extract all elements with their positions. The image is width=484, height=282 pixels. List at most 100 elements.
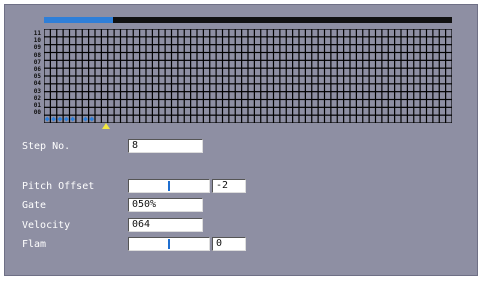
grid-cell[interactable] xyxy=(121,92,127,99)
grid-cell[interactable] xyxy=(76,84,82,92)
grid-cell[interactable] xyxy=(420,100,426,107)
grid-cell[interactable] xyxy=(152,76,159,84)
grid-cell[interactable] xyxy=(363,115,369,123)
grid-cell[interactable] xyxy=(127,45,133,52)
grid-cell[interactable] xyxy=(254,45,261,52)
grid-cell[interactable] xyxy=(121,84,127,92)
grid-cell[interactable] xyxy=(114,68,120,76)
grid-cell[interactable] xyxy=(44,37,50,45)
grid-cell[interactable] xyxy=(363,92,369,99)
grid-cell[interactable] xyxy=(101,60,108,68)
grid-cell[interactable] xyxy=(439,92,446,99)
grid-cell[interactable] xyxy=(248,76,254,84)
grid-cell[interactable] xyxy=(223,29,229,37)
grid-cell[interactable] xyxy=(446,53,452,60)
grid-cell[interactable] xyxy=(235,45,242,52)
grid-cell[interactable] xyxy=(108,45,114,52)
grid-cell[interactable] xyxy=(395,60,401,68)
grid-cell[interactable] xyxy=(235,68,242,76)
grid-cell[interactable] xyxy=(274,37,280,45)
grid-cell[interactable] xyxy=(439,76,446,84)
grid-cell[interactable] xyxy=(197,53,203,60)
grid-cell[interactable] xyxy=(63,29,69,37)
grid-cell[interactable] xyxy=(388,76,395,84)
grid-cell[interactable] xyxy=(427,37,433,45)
grid-cell[interactable] xyxy=(261,115,267,123)
grid-cell[interactable] xyxy=(101,76,108,84)
grid-cell[interactable] xyxy=(280,107,286,115)
grid-cell[interactable] xyxy=(229,60,235,68)
grid-cell[interactable] xyxy=(331,53,337,60)
grid-cell[interactable] xyxy=(293,115,299,123)
grid-cell[interactable] xyxy=(121,68,127,76)
grid-cell[interactable] xyxy=(101,37,108,45)
grid-cell[interactable] xyxy=(344,60,350,68)
grid-cell[interactable] xyxy=(369,115,375,123)
grid-cell[interactable] xyxy=(235,76,242,84)
grid-cell[interactable] xyxy=(178,60,184,68)
grid-cell[interactable] xyxy=(235,84,242,92)
grid-cell[interactable] xyxy=(242,115,248,123)
grid-cell[interactable] xyxy=(242,68,248,76)
grid-cell[interactable] xyxy=(108,107,114,115)
grid-cell[interactable] xyxy=(433,29,439,37)
grid-cell[interactable] xyxy=(191,100,197,107)
grid-cell[interactable] xyxy=(127,100,133,107)
grid-cell[interactable] xyxy=(395,115,401,123)
grid-cell[interactable] xyxy=(267,29,273,37)
grid-cell[interactable] xyxy=(337,76,344,84)
grid-cell[interactable] xyxy=(229,53,235,60)
grid-cell[interactable] xyxy=(76,29,82,37)
grid-cell[interactable] xyxy=(395,29,401,37)
grid-cell[interactable] xyxy=(210,92,216,99)
grid-cell[interactable] xyxy=(57,45,63,52)
grid-cell[interactable] xyxy=(280,53,286,60)
grid-cell[interactable] xyxy=(140,53,146,60)
grid-cell[interactable] xyxy=(388,92,395,99)
grid-cell[interactable] xyxy=(331,45,337,52)
grid-cell[interactable] xyxy=(312,100,318,107)
grid-cell[interactable] xyxy=(305,76,312,84)
grid-cell[interactable] xyxy=(50,84,57,92)
grid-cell[interactable] xyxy=(401,107,407,115)
grid-cell[interactable] xyxy=(44,53,50,60)
grid-cell[interactable] xyxy=(427,29,433,37)
grid-cell[interactable] xyxy=(57,107,63,115)
grid-cell[interactable] xyxy=(127,76,133,84)
grid-cell[interactable] xyxy=(152,53,159,60)
grid-cell[interactable] xyxy=(159,92,165,99)
grid-cell[interactable] xyxy=(312,76,318,84)
grid-cell[interactable] xyxy=(140,84,146,92)
grid-cell[interactable] xyxy=(203,37,210,45)
grid-cell[interactable] xyxy=(414,115,420,123)
grid-cell[interactable] xyxy=(95,84,101,92)
grid-cell[interactable] xyxy=(318,29,324,37)
grid-cell[interactable] xyxy=(114,53,120,60)
grid-cell[interactable] xyxy=(229,68,235,76)
grid-cell[interactable] xyxy=(274,107,280,115)
grid-cell[interactable] xyxy=(299,29,305,37)
grid-cell[interactable] xyxy=(420,76,426,84)
grid-cell[interactable] xyxy=(439,29,446,37)
grid-cell[interactable] xyxy=(248,68,254,76)
grid-cell[interactable] xyxy=(350,60,356,68)
grid-cell[interactable] xyxy=(159,29,165,37)
grid-cell[interactable] xyxy=(223,60,229,68)
grid-cell[interactable] xyxy=(133,45,140,52)
grid-cell[interactable] xyxy=(274,68,280,76)
grid-cell[interactable] xyxy=(235,115,242,123)
grid-cell[interactable] xyxy=(197,84,203,92)
grid-cell[interactable] xyxy=(274,76,280,84)
grid-cell[interactable] xyxy=(293,107,299,115)
grid-cell[interactable] xyxy=(401,92,407,99)
grid-cell[interactable] xyxy=(44,100,50,107)
grid-cell[interactable] xyxy=(197,29,203,37)
grid-cell[interactable] xyxy=(420,107,426,115)
grid-cell[interactable] xyxy=(178,29,184,37)
grid-cell[interactable] xyxy=(267,115,273,123)
grid-cell[interactable] xyxy=(407,60,414,68)
grid-cell[interactable] xyxy=(140,107,146,115)
grid-cell[interactable] xyxy=(401,37,407,45)
grid-cell[interactable] xyxy=(446,84,452,92)
grid-cell[interactable] xyxy=(82,100,89,107)
